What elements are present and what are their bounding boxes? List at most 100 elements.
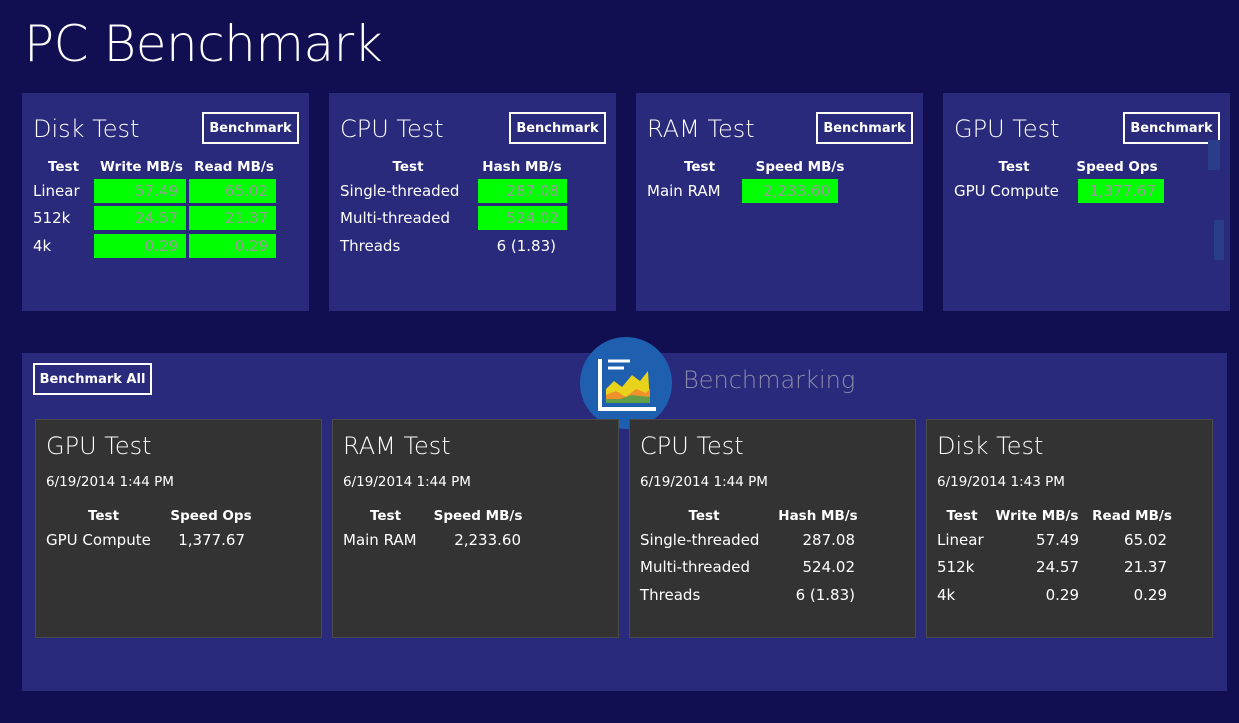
table-row: 512k 24.57 21.37 — [937, 554, 1177, 582]
table-row: Threads 6 (1.83) — [340, 232, 570, 260]
test-name: Threads — [640, 585, 701, 604]
test-name: Linear — [937, 530, 984, 549]
table-row: GPU Compute 1,377.67 — [46, 526, 261, 554]
ram-history-table: Test Speed MB/s Main RAM 2,233.60 — [343, 506, 528, 554]
table-row: Main RAM 2,233.60 — [647, 177, 848, 205]
cpu-benchmark-button[interactable]: Benchmark — [509, 112, 606, 144]
test-name: Multi-threaded — [340, 209, 450, 228]
table-row: 512k 24.57 21.37 — [33, 205, 279, 233]
column-header: Test — [998, 159, 1030, 175]
benchmark-chart-icon — [580, 337, 672, 429]
cpu-history-table: Test Hash MB/s Single-threaded 287.08 Mu… — [640, 506, 868, 609]
cpu-results-table: Test Hash MB/s Single-threaded 287.08 Mu… — [340, 157, 570, 260]
table-row: Single-threaded 287.08 — [640, 526, 868, 554]
disk-test-tile: Disk Test Benchmark Test Write MB/s Read… — [22, 93, 309, 311]
ram-benchmark-button[interactable]: Benchmark — [816, 112, 913, 144]
column-header: Test — [688, 508, 720, 524]
cpu-result-card: CPU Test 6/19/2014 1:44 PM Test Hash MB/… — [629, 419, 916, 638]
table-row: Linear 57.49 65.02 — [937, 526, 1177, 554]
card-timestamp: 6/19/2014 1:44 PM — [46, 474, 174, 490]
write-value: 57.49 — [1036, 530, 1079, 549]
column-header: Test — [47, 159, 80, 175]
tile-title: Disk Test — [33, 115, 140, 143]
gpu-test-tile: GPU Test Benchmark Test Speed Ops GPU Co… — [943, 93, 1230, 311]
disk-benchmark-button[interactable]: Benchmark — [202, 112, 299, 144]
tile-title: CPU Test — [340, 115, 444, 143]
ram-results-table: Test Speed MB/s Main RAM 2,233.60 — [647, 157, 848, 205]
read-value: 0.29 — [1133, 585, 1167, 604]
write-value: 0.29 — [1045, 585, 1079, 604]
read-value: 21.37 — [1124, 558, 1167, 577]
column-header: Speed Ops — [170, 508, 252, 524]
test-name: GPU Compute — [954, 181, 1059, 200]
column-header: Speed Ops — [1076, 159, 1158, 175]
test-name: Linear — [33, 181, 80, 200]
column-header: Test — [946, 508, 978, 524]
table-row: Main RAM 2,233.60 — [343, 526, 528, 554]
column-header: Test — [369, 508, 402, 524]
edge-decoration — [1214, 220, 1224, 260]
card-title: Disk Test — [937, 432, 1044, 460]
app-title: PC Benchmark — [24, 15, 383, 73]
column-header: Read MB/s — [194, 159, 274, 175]
read-value: 21.37 — [189, 206, 276, 231]
table-row: Single-threaded 287.08 — [340, 177, 570, 205]
card-title: CPU Test — [640, 432, 744, 460]
table-row: Multi-threaded 524.02 — [640, 554, 868, 582]
read-value: 65.02 — [1124, 530, 1167, 549]
card-title: RAM Test — [343, 432, 451, 460]
hash-value: 524.02 — [802, 558, 856, 577]
gpu-result-card: GPU Test 6/19/2014 1:44 PM Test Speed Op… — [35, 419, 322, 638]
results-panel: Benchmark All Benchmarking GPU Test 6/19… — [22, 337, 1227, 691]
test-name: 512k — [937, 558, 975, 577]
table-row: Threads 6 (1.83) — [640, 581, 868, 609]
test-name: Threads — [340, 236, 401, 255]
table-row: 4k 0.29 0.29 — [937, 581, 1177, 609]
disk-results-table: Test Write MB/s Read MB/s Linear 57.49 6… — [33, 157, 279, 260]
card-timestamp: 6/19/2014 1:43 PM — [937, 474, 1065, 490]
card-timestamp: 6/19/2014 1:44 PM — [640, 474, 768, 490]
ram-test-tile: RAM Test Benchmark Test Speed MB/s Main … — [636, 93, 923, 311]
column-header: Hash MB/s — [482, 159, 562, 175]
table-row: Multi-threaded 524.02 — [340, 205, 570, 233]
write-value: 0.29 — [94, 233, 186, 258]
write-value: 24.57 — [94, 206, 186, 231]
column-header: Test — [87, 508, 120, 524]
test-name: Single-threaded — [340, 181, 460, 200]
tile-title: RAM Test — [647, 115, 755, 143]
test-name: 4k — [937, 585, 956, 604]
write-value: 24.57 — [1036, 558, 1079, 577]
column-header: Write MB/s — [100, 159, 183, 175]
column-header: Speed MB/s — [433, 508, 523, 524]
card-title: GPU Test — [46, 432, 152, 460]
table-row: 4k 0.29 0.29 — [33, 232, 279, 260]
speed-value: 1,377.67 — [178, 530, 245, 549]
tile-title: GPU Test — [954, 115, 1060, 143]
test-name: Main RAM — [343, 530, 417, 549]
cpu-test-tile: CPU Test Benchmark Test Hash MB/s Single… — [329, 93, 616, 311]
test-name: Multi-threaded — [640, 558, 750, 577]
speed-value: 2,233.60 — [454, 530, 521, 549]
speed-value: 1,377.67 — [1078, 178, 1164, 203]
hash-value: 287.08 — [478, 178, 567, 203]
column-header: Speed MB/s — [755, 159, 845, 175]
speed-value: 2,233.60 — [742, 178, 838, 203]
column-header: Test — [392, 159, 424, 175]
test-name: GPU Compute — [46, 530, 151, 549]
column-header: Write MB/s — [995, 508, 1079, 524]
column-header: Test — [683, 159, 716, 175]
gpu-benchmark-button[interactable]: Benchmark — [1123, 112, 1220, 144]
card-timestamp: 6/19/2014 1:44 PM — [343, 474, 471, 490]
threads-value: 6 (1.83) — [795, 585, 855, 604]
disk-history-table: Test Write MB/s Read MB/s Linear 57.49 6… — [937, 506, 1177, 609]
benchmark-all-button[interactable]: Benchmark All — [33, 363, 152, 395]
read-value: 0.29 — [189, 233, 276, 258]
hash-value: 524.02 — [478, 206, 567, 231]
disk-result-card: Disk Test 6/19/2014 1:43 PM Test Write M… — [926, 419, 1213, 638]
test-name: Main RAM — [647, 181, 721, 200]
gpu-history-table: Test Speed Ops GPU Compute 1,377.67 — [46, 506, 261, 554]
test-name: 4k — [33, 236, 52, 255]
test-name: Single-threaded — [640, 530, 760, 549]
gpu-results-table: Test Speed Ops GPU Compute 1,377.67 — [954, 157, 1167, 205]
edge-decoration — [1208, 140, 1220, 170]
